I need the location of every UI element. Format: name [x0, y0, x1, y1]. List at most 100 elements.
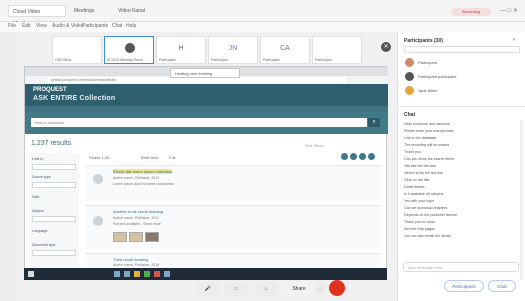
result-meta: Author name, Publisher, 2015 [113, 263, 160, 267]
results-toolbar: Select 1-20 Brief view Full [85, 153, 381, 163]
search-input[interactable]: Search database [31, 118, 367, 127]
app-icon[interactable] [114, 271, 120, 277]
view-full[interactable]: Full [169, 155, 175, 160]
result-title[interactable]: Ebook title lorem ipsum collection [113, 169, 173, 174]
chat-message: Thank you so much [404, 220, 436, 224]
app-icon[interactable] [154, 271, 160, 277]
view-brief[interactable]: Brief view [141, 155, 158, 160]
participant-name: Jane Miller [418, 88, 438, 93]
shared-screen: search.proquest.com/ebookcentral/results… [24, 66, 388, 280]
thumbnail-image[interactable] [145, 232, 159, 242]
chat-message: Depends on the publisher license [404, 213, 458, 217]
thumbnail-initial: JN [228, 45, 238, 52]
start-icon[interactable] [28, 271, 34, 277]
thumbnail-image[interactable] [113, 232, 127, 242]
chat-message: Yes see the left side [404, 164, 437, 168]
chat-message: Can we download chapters [404, 206, 448, 210]
chat-message: Thank you [404, 150, 421, 154]
list-item[interactable]: Another book result heading Author name,… [85, 205, 381, 249]
results-count: 1,237 results [31, 140, 72, 147]
facet-select[interactable] [32, 164, 76, 170]
cite-icon[interactable] [359, 153, 366, 160]
facet-select[interactable] [32, 216, 76, 222]
video-button[interactable]: ▭ [224, 282, 248, 296]
meeting-window: Cloud Video Meetings Meetings Video Kana… [0, 0, 525, 301]
chat-message: The recording will be shared [404, 143, 450, 147]
close-icon[interactable]: ✕ [381, 42, 391, 52]
folder-icon[interactable] [134, 271, 140, 277]
window-controls[interactable]: — □ ✕ [500, 7, 518, 14]
chat-scrollbar[interactable] [520, 120, 523, 280]
os-taskbar [24, 268, 387, 280]
menu-view[interactable]: View [36, 23, 47, 29]
result-title[interactable]: Third result heading [113, 257, 148, 262]
result-meta: Author name, Publisher, 2017 [113, 216, 160, 220]
site-logo: PROQUEST [33, 87, 67, 93]
end-call-button[interactable] [329, 280, 345, 296]
thumbnail-image[interactable] [129, 232, 143, 242]
facet-label: Date [32, 195, 40, 199]
menu-file[interactable]: File [8, 23, 16, 29]
results-tools[interactable]: Sort Show [305, 143, 323, 148]
chat-input[interactable]: Type message here... [403, 262, 519, 272]
mute-button[interactable]: 🎤 [196, 282, 220, 296]
avatar [405, 86, 414, 95]
menu-edit[interactable]: Edit [22, 23, 31, 29]
book-icon [93, 174, 103, 184]
list-item[interactable]: Third result heading Author name, Publis… [85, 253, 381, 269]
record-button[interactable]: Recording [451, 8, 491, 16]
avatar [405, 72, 414, 81]
participants-button[interactable]: Participants [444, 280, 484, 292]
video-thumbnail[interactable]: Participant [312, 36, 362, 64]
menu-help[interactable]: Help [126, 23, 136, 29]
facet-label: Source type [32, 175, 51, 179]
facet-select[interactable] [32, 182, 76, 188]
menu-audio-video[interactable]: Audio & Video [52, 23, 84, 29]
video-thumbnail[interactable]: JN Participant [208, 36, 258, 64]
result-title[interactable]: Another book result heading [113, 209, 163, 214]
chat-message: See the help pages [404, 227, 435, 231]
result-snippet: Full text available - Show more [113, 222, 161, 226]
thumbnail-name: ORIGINAL [55, 58, 72, 62]
app-icon[interactable] [164, 271, 170, 277]
more-icon[interactable] [368, 153, 375, 160]
menu-participants[interactable]: Participants [82, 23, 108, 29]
browser-tab-3[interactable]: Video Kanal [114, 5, 154, 17]
chat-header: Chat [404, 112, 416, 118]
browser-tab-1[interactable]: Cloud Video Meetings [8, 5, 66, 27]
facet-select[interactable] [32, 250, 76, 256]
video-thumbnail-active[interactable]: ACCES Meeting Room [104, 36, 154, 64]
avatar [125, 43, 135, 53]
list-item[interactable]: Ebook title lorem ipsum collection Autho… [85, 165, 381, 201]
chat-message: Where is the full text link [404, 171, 443, 175]
browser-tab-strip: Cloud Video Meetings Meetings Video Kana… [0, 0, 525, 27]
collection-title: ASK ENTIRE Collection [33, 95, 116, 102]
reactions-button[interactable]: ☺ [254, 282, 278, 296]
browser-tab-2[interactable]: Meetings [70, 5, 110, 17]
video-thumbnail[interactable]: ORIGINAL [52, 36, 102, 64]
app-icon[interactable] [124, 271, 130, 277]
thumbnail-name: Participant [211, 58, 228, 62]
share-button[interactable]: Share [285, 282, 313, 296]
email-icon[interactable] [341, 153, 348, 160]
search-icon[interactable]: ⌕ [368, 118, 380, 127]
menu-chat[interactable]: Chat [112, 23, 123, 29]
video-thumbnail[interactable]: CA Participant [260, 36, 310, 64]
participant-search-input[interactable] [404, 46, 520, 53]
facet-label: Language [32, 229, 48, 233]
select-all-checkbox[interactable]: Select 1-20 [89, 155, 109, 160]
app-icon[interactable] [144, 271, 150, 277]
facet-sidebar: Limit to Source type Date Subject Langua… [29, 153, 79, 273]
chat-button[interactable]: Chat [488, 280, 516, 292]
close-icon[interactable]: ✕ [512, 37, 516, 43]
meeting-popup[interactable]: Hosting new meeting [170, 68, 240, 78]
chat-message: Yes with your login [404, 199, 434, 203]
thumbnail-name: ACCES Meeting Room [107, 58, 143, 62]
print-icon[interactable] [350, 153, 357, 160]
chat-message: You can also email the library [404, 234, 451, 238]
chat-message: Link to the database [404, 136, 437, 140]
more-button[interactable]: ... [315, 282, 327, 296]
result-meta: Author name, Publisher, 2019 [113, 176, 160, 180]
video-thumbnail[interactable]: H Participant [156, 36, 206, 64]
thumbnail-initial: CA [280, 45, 290, 52]
